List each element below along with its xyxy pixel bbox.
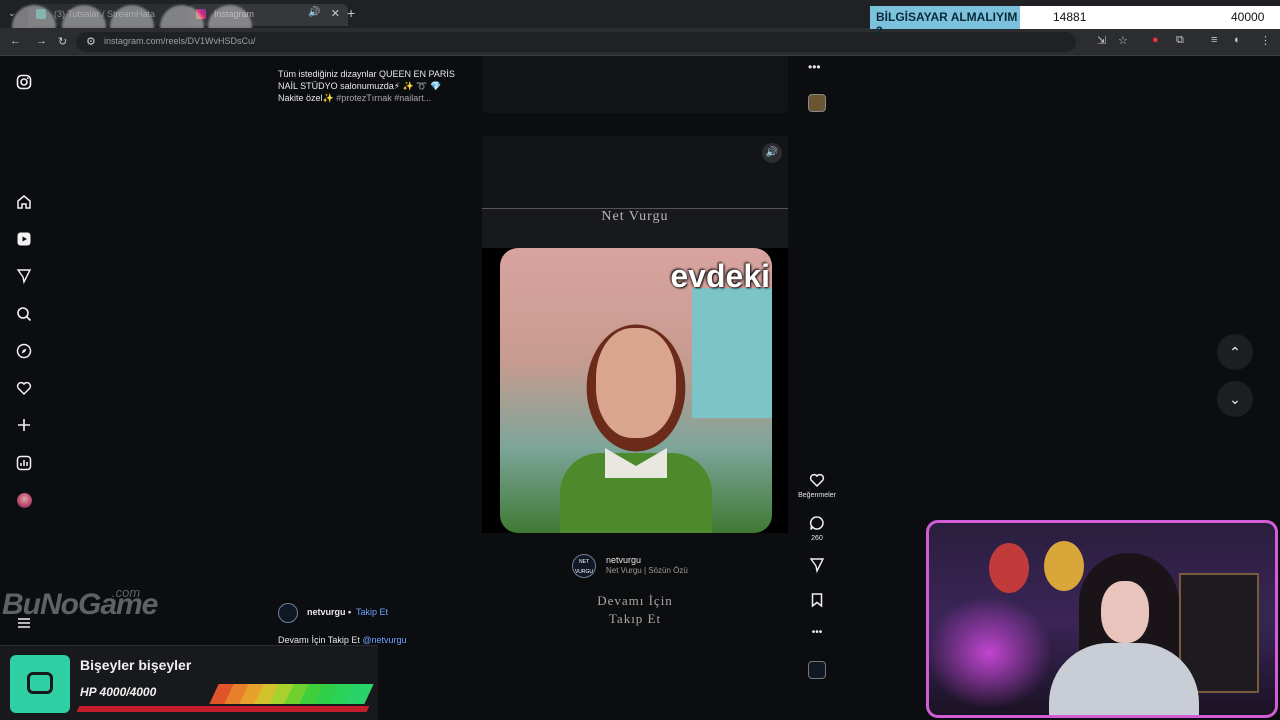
- url-text[interactable]: instagram.com/reels/DV1WvHSDsCu/: [104, 36, 256, 46]
- site-info-icon[interactable]: ⚙: [86, 35, 96, 48]
- share-button[interactable]: [804, 557, 830, 576]
- cta-line-1: Devamı İçin: [597, 593, 673, 608]
- watermark-suffix: .com: [112, 585, 141, 600]
- create-icon[interactable]: [14, 415, 34, 435]
- plush-toy: [989, 543, 1029, 593]
- previous-post-caption: Tüm istediğiniz dizaynlar QUEEN EN PARİS…: [278, 68, 468, 104]
- plush-toy: [1044, 541, 1084, 591]
- search-icon[interactable]: [14, 304, 34, 324]
- volume-icon[interactable]: 🔊: [762, 143, 782, 163]
- extensions-icon[interactable]: ⧉: [1176, 34, 1184, 47]
- hp-title: Bişeyler bişeyler: [80, 657, 192, 673]
- video-caption-overlay: evdeki: [670, 258, 770, 294]
- author-name-line[interactable]: netvurgu •: [307, 607, 351, 617]
- new-tab-button[interactable]: +: [347, 5, 355, 21]
- tab-list-icon[interactable]: ≡: [1211, 34, 1217, 46]
- like-button[interactable]: [804, 472, 830, 491]
- stream-goal-target: 40000: [1231, 10, 1265, 24]
- dashboard-icon[interactable]: [14, 453, 34, 473]
- more-options-icon[interactable]: •••: [808, 60, 821, 74]
- author-name[interactable]: netvurgu: [307, 607, 346, 617]
- cta-line-2: Takıp Et: [608, 611, 662, 626]
- bookmark-star-icon[interactable]: ☆: [1118, 34, 1128, 47]
- author-avatar[interactable]: [278, 603, 298, 623]
- girl-face: [596, 328, 676, 438]
- comment-button[interactable]: [804, 515, 830, 534]
- classroom-wall: [692, 288, 772, 418]
- streamlabs-logo-mark: [27, 672, 53, 694]
- stream-goal-current: 14881: [1053, 10, 1087, 24]
- instagram-icon[interactable]: [14, 72, 34, 92]
- comment-count: 260: [811, 535, 823, 542]
- close-tab-icon[interactable]: ✕: [331, 7, 340, 20]
- hp-bar: [76, 706, 370, 712]
- save-button[interactable]: [804, 592, 830, 611]
- reload-icon[interactable]: ↻: [58, 35, 67, 48]
- reel-brand-title: Net Vurgu: [601, 209, 669, 224]
- browser-menu-icon[interactable]: ⋮: [1260, 34, 1271, 47]
- extension-red-icon[interactable]: ●: [1152, 34, 1159, 46]
- home-icon[interactable]: [14, 192, 34, 212]
- webcam-overlay: [926, 520, 1278, 718]
- account-subtitle: Net Vurgu | Sözün Özü: [606, 566, 688, 575]
- explore-icon[interactable]: [14, 341, 34, 361]
- previous-reel-button[interactable]: ⌃: [1217, 334, 1253, 370]
- streamer-face: [1101, 581, 1149, 643]
- account-name[interactable]: netvurgu: [606, 555, 641, 565]
- next-reel-button[interactable]: ⌄: [1217, 381, 1253, 417]
- forward-icon[interactable]: →: [36, 35, 47, 47]
- caption-text: Devamı İçin Takip Et: [278, 635, 360, 645]
- profile-icon[interactable]: ◐: [1234, 34, 1241, 46]
- hp-value: HP 4000/4000: [80, 685, 157, 699]
- back-icon[interactable]: ←: [10, 35, 21, 47]
- install-app-icon[interactable]: ⇲: [1097, 34, 1106, 47]
- previous-reel-card[interactable]: [482, 56, 788, 113]
- reels-icon[interactable]: [14, 229, 34, 249]
- notifications-icon[interactable]: [14, 378, 34, 398]
- more-options-icon[interactable]: •••: [804, 627, 830, 638]
- mention-link[interactable]: @netvurgu: [362, 635, 406, 645]
- stream-goal-label: BİLGİSAYAR ALMALIYIM 2: [870, 6, 1020, 38]
- separator: •: [348, 607, 352, 617]
- profile-avatar[interactable]: [14, 490, 34, 510]
- author-caption: Devamı İçin Takip Et @netvurgu: [278, 635, 407, 645]
- green-sweater: [560, 453, 712, 533]
- messages-icon[interactable]: [14, 266, 34, 286]
- audio-thumbnail[interactable]: [808, 94, 826, 112]
- caption-hashtags[interactable]: #protezTırnak #nailart...: [336, 93, 431, 103]
- audio-thumbnail[interactable]: [808, 661, 826, 679]
- like-label: Beğenmeler: [798, 492, 836, 499]
- tab-audio-icon[interactable]: 🔊: [308, 7, 320, 18]
- follow-button[interactable]: Takip Et: [356, 607, 388, 617]
- account-avatar[interactable]: NET VURGU: [572, 554, 596, 578]
- reel-top-area: [482, 136, 788, 208]
- follow-cta: Devamı İçin Takıp Et: [482, 592, 788, 628]
